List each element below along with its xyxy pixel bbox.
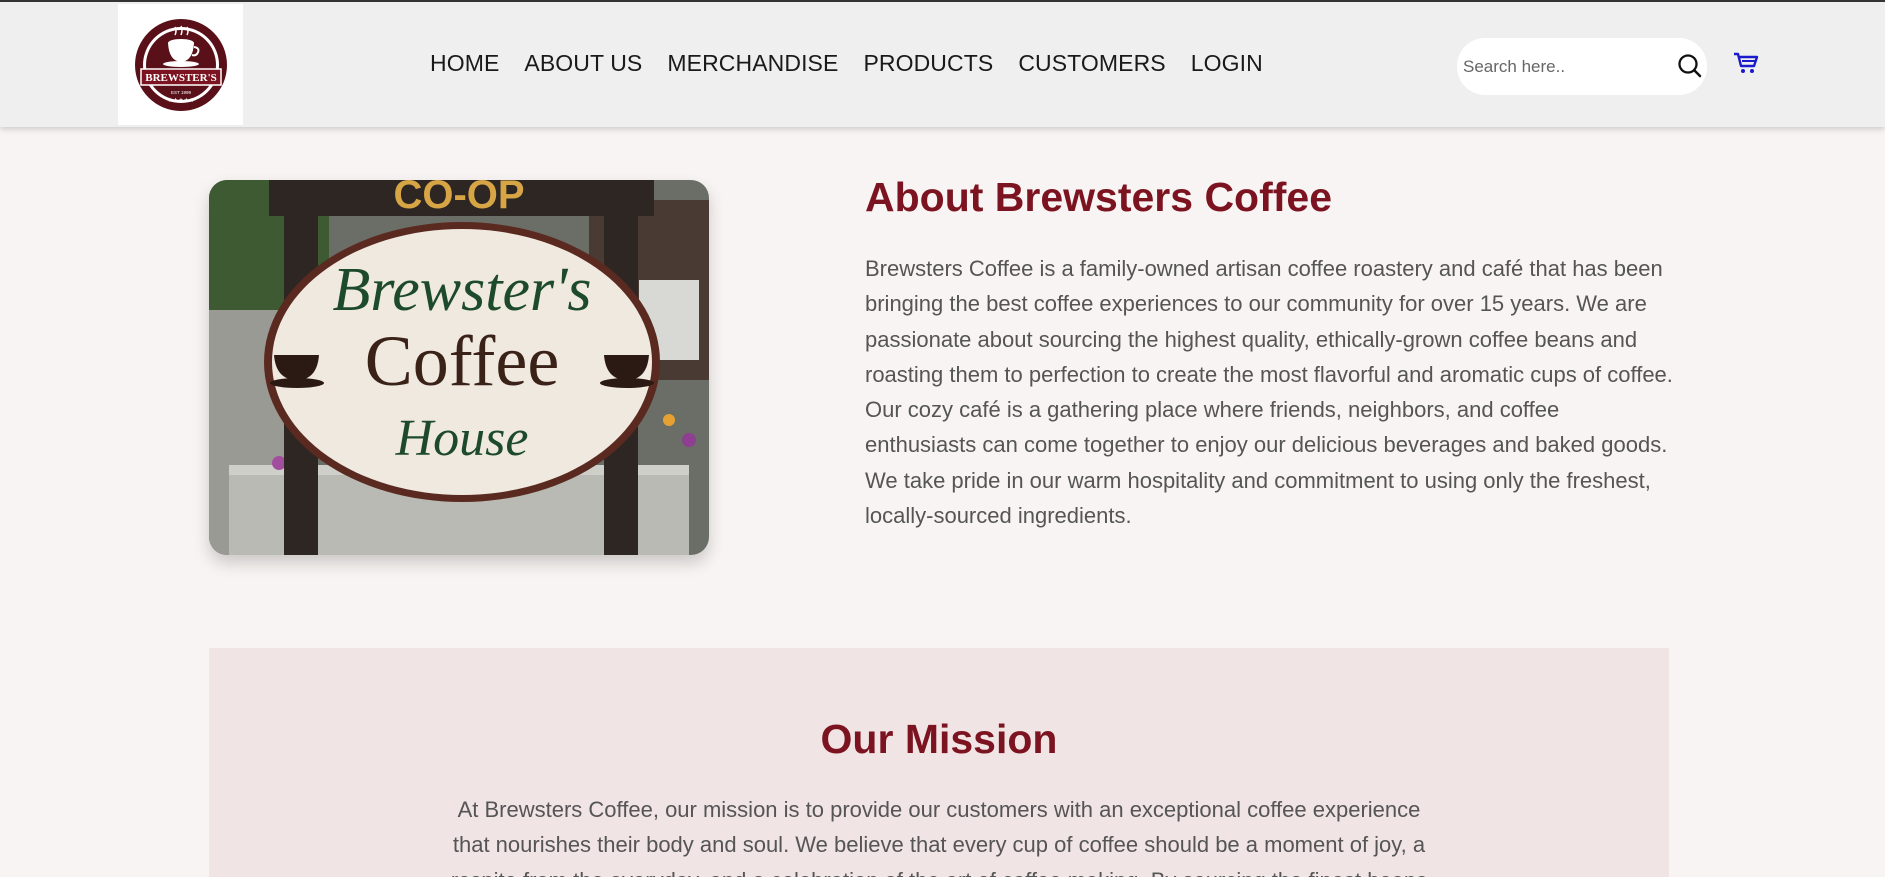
about-paragraph-1: Brewsters Coffee is a family-owned artis… [865, 256, 1673, 387]
svg-text:CO-OP: CO-OP [393, 180, 524, 217]
mission-paragraph: At Brewsters Coffee, our mission is to p… [451, 797, 1427, 877]
nav-login[interactable]: LOGIN [1191, 50, 1263, 77]
cart-icon[interactable] [1733, 50, 1759, 76]
svg-text:Brewster's: Brewster's [333, 256, 592, 324]
nav-merchandise[interactable]: MERCHANDISE [667, 50, 838, 77]
mission-title: Our Mission [820, 716, 1058, 762]
logo[interactable]: BREWSTER'S EST 1999 ★★★★★ [118, 4, 243, 125]
search-box [1457, 38, 1707, 95]
main-nav: HOME ABOUT US MERCHANDISE PRODUCTS CUSTO… [430, 50, 1288, 77]
search-input[interactable] [1463, 52, 1663, 82]
search-icon[interactable] [1675, 51, 1705, 81]
svg-text:Coffee: Coffee [365, 321, 560, 401]
nav-customers[interactable]: CUSTOMERS [1018, 50, 1165, 77]
about-paragraph-2: Our cozy café is a gathering place where… [865, 397, 1668, 529]
svg-text:EST 1999: EST 1999 [171, 90, 191, 95]
site-header: BREWSTER'S EST 1999 ★★★★★ HOME ABOUT US … [0, 0, 1885, 127]
nav-home[interactable]: HOME [430, 50, 499, 77]
mission-section: Our Mission At Brewsters Coffee, our mis… [209, 648, 1669, 877]
svg-text:BREWSTER'S: BREWSTER'S [145, 72, 217, 84]
brewsters-logo-icon: BREWSTER'S EST 1999 ★★★★★ [134, 18, 227, 111]
nav-products[interactable]: PRODUCTS [863, 50, 993, 77]
about-description: Brewsters Coffee is a family-owned artis… [865, 251, 1675, 533]
coffee-house-sign-image: CO-OP Brewster's Coffee House [209, 180, 709, 555]
svg-text:★★★★★: ★★★★★ [167, 97, 194, 104]
nav-about-us[interactable]: ABOUT US [524, 50, 642, 77]
about-photo: CO-OP Brewster's Coffee House [209, 180, 709, 555]
about-title: About Brewsters Coffee [865, 174, 1333, 220]
svg-text:House: House [395, 410, 529, 467]
